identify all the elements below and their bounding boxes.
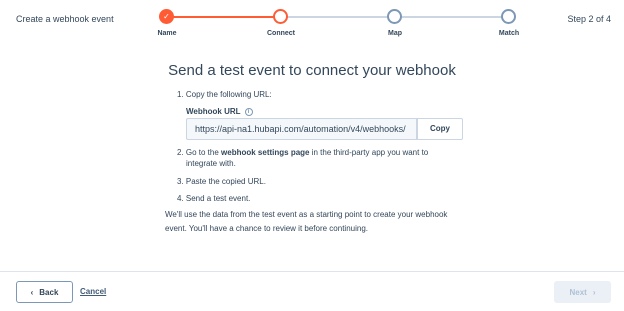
instruction-step-3: 3. Paste the copied URL.: [177, 177, 266, 186]
step-label: Map: [388, 30, 402, 37]
chevron-right-icon: ›: [592, 287, 596, 297]
webhook-url-field[interactable]: https://api-na1.hubapi.com/automation/v4…: [186, 118, 417, 140]
back-button[interactable]: ‹ Back: [16, 281, 73, 303]
pending-step-icon: [387, 9, 402, 24]
webhook-url-label-text: Webhook URL: [186, 107, 241, 116]
step-label: Match: [498, 30, 520, 37]
back-button-label: Back: [39, 287, 59, 297]
info-icon[interactable]: i: [244, 107, 253, 116]
page-header-title: Create a webhook event: [16, 14, 114, 24]
step-2-prefix: 2. Go to the: [177, 148, 222, 157]
step-2-suffix: in the third-party app you want to: [309, 148, 429, 157]
check-icon: ✓: [159, 9, 174, 24]
note-line-1: We'll use the data from the test event a…: [165, 210, 448, 219]
step-label: Name: [157, 30, 177, 37]
current-step-icon: [273, 9, 288, 24]
instruction-step-2-line-2: integrate with.: [186, 159, 236, 168]
copy-button[interactable]: Copy: [417, 118, 463, 140]
step-match: Match: [499, 9, 519, 37]
cancel-link[interactable]: Cancel: [80, 287, 106, 296]
pending-step-icon: [501, 9, 516, 24]
note-line-2: event. You'll have a chance to review it…: [165, 224, 368, 233]
step-connect: Connect: [267, 9, 295, 37]
webhook-url-label: Webhook URL i: [186, 107, 253, 116]
step-map: Map: [387, 9, 403, 37]
step-label: Connect: [267, 30, 295, 37]
progress-stepper: ✓ Name Connect Map Match: [157, 9, 519, 46]
chevron-left-icon: ‹: [30, 287, 34, 297]
progress-track-fill: [167, 16, 281, 18]
webhook-settings-link: webhook settings page: [221, 148, 310, 157]
instruction-step-4: 4. Send a test event.: [177, 194, 251, 203]
instruction-step-1: 1. Copy the following URL:: [177, 90, 272, 99]
page-title: Send a test event to connect your webhoo…: [168, 62, 456, 79]
next-button[interactable]: Next ›: [554, 281, 611, 303]
footer-divider: [0, 271, 624, 272]
step-indicator: Step 2 of 4: [567, 14, 611, 24]
next-button-label: Next: [569, 287, 587, 297]
step-name: ✓ Name: [157, 9, 177, 37]
